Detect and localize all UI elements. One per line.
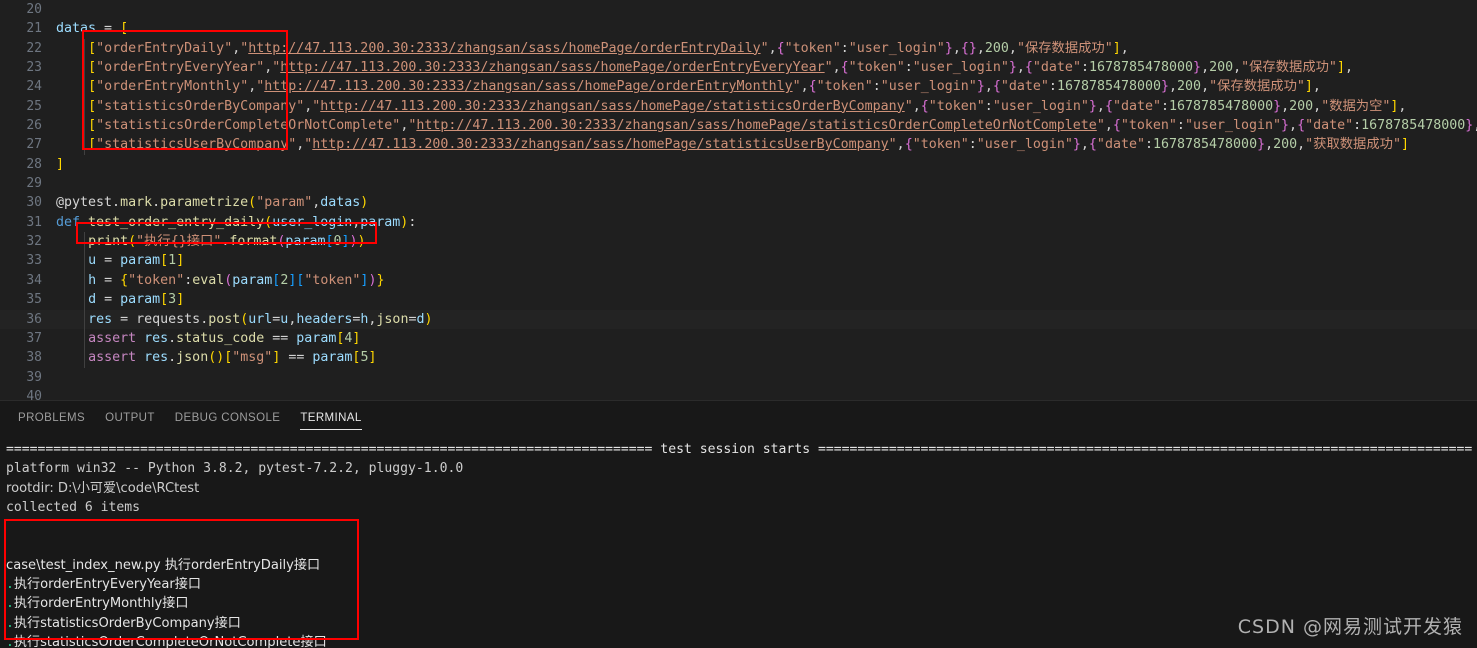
line-number: 39 xyxy=(26,369,42,385)
code-line[interactable]: 21 datas = [ xyxy=(0,19,1477,38)
terminal-rootdir-line: rootdir: D:\小可爱\code\RCtest xyxy=(6,480,200,496)
code-line[interactable]: 39 xyxy=(0,368,1477,387)
line-number: 38 xyxy=(26,350,42,366)
bottom-panel[interactable]: PROBLEMS OUTPUT DEBUG CONSOLE TERMINAL ====… xyxy=(0,400,1477,648)
line-number: 20 xyxy=(26,2,42,17)
code-line-text: datas = [ xyxy=(56,21,129,37)
line-number: 36 xyxy=(26,311,42,327)
line-number: 26 xyxy=(26,118,42,134)
terminal-result-line: .执行orderEntryEveryYear接口 xyxy=(6,577,201,593)
line-number: 24 xyxy=(26,79,42,95)
line-number: 37 xyxy=(26,330,42,346)
line-number: 28 xyxy=(26,156,42,172)
code-editor[interactable]: 20 21 datas = [22 ["orderEntryDaily","http… xyxy=(0,0,1477,400)
panel-tab-bar[interactable]: PROBLEMS OUTPUT DEBUG CONSOLE TERMINAL xyxy=(0,401,1477,436)
line-number: 22 xyxy=(26,40,42,56)
panel-tab-debug-console[interactable]: DEBUG CONSOLE xyxy=(165,401,291,436)
code-line-text: ["orderEntryEveryYear","http://47.113.20… xyxy=(88,60,1353,76)
line-number: 40 xyxy=(26,388,42,400)
code-line[interactable]: 27 ["statisticsUserByCompany","http://47… xyxy=(0,135,1477,155)
code-line[interactable]: 32 print("执行{}接口".format(param[0])) xyxy=(0,232,1477,252)
terminal-collected-line: collected 6 items xyxy=(6,499,141,515)
code-line[interactable]: 34 h = {"token":eval(param[2]["token"])} xyxy=(0,270,1477,291)
code-line[interactable]: 24 ["orderEntryMonthly","http://47.113.2… xyxy=(0,77,1477,97)
line-number: 32 xyxy=(26,234,42,250)
code-line[interactable]: 20 xyxy=(0,0,1477,19)
code-line[interactable]: 29 xyxy=(0,174,1477,193)
code-line[interactable]: 26 ["statisticsOrderCompleteOrNotComplet… xyxy=(0,116,1477,136)
code-line[interactable]: 35 d = param[3] xyxy=(0,290,1477,310)
line-number: 27 xyxy=(26,137,42,153)
line-number: 25 xyxy=(26,98,42,114)
code-line[interactable]: 23 ["orderEntryEveryYear","http://47.113… xyxy=(0,58,1477,78)
code-line-text: res = requests.post(url=u,headers=h,json… xyxy=(88,311,433,327)
code-line[interactable]: 22 ["orderEntryDaily","http://47.113.200… xyxy=(0,38,1477,59)
code-line[interactable]: 30 @pytest.mark.parametrize("param",datas… xyxy=(0,193,1477,212)
code-line[interactable]: 40 xyxy=(0,387,1477,400)
line-number: 29 xyxy=(26,176,42,192)
terminal-result-line: .执行orderEntryMonthly接口 xyxy=(6,596,189,612)
terminal-session-header: ========================================… xyxy=(6,442,1473,457)
code-line[interactable]: 28] xyxy=(0,155,1477,174)
code-line[interactable]: 31 def test_order_entry_daily(user_login,… xyxy=(0,213,1477,232)
panel-tab-problems[interactable]: PROBLEMS xyxy=(8,401,95,436)
line-number: 33 xyxy=(26,253,42,269)
line-number: 35 xyxy=(26,292,42,308)
code-line[interactable]: 37 assert res.status_code == param[4] xyxy=(0,328,1477,349)
line-number: 30 xyxy=(26,195,42,211)
code-line-text: @pytest.mark.parametrize("param",datas) xyxy=(56,195,369,211)
code-line-text: ["orderEntryDaily","http://47.113.200.30… xyxy=(88,40,1129,56)
code-line-text: print("执行{}接口".format(param[0])) xyxy=(88,234,366,250)
terminal-platform-line: platform win32 -- Python 3.8.2, pytest-7… xyxy=(6,461,464,477)
code-line[interactable]: 36 res = requests.post(url=u,headers=h,j… xyxy=(0,309,1477,329)
line-number: 31 xyxy=(26,214,42,230)
code-line-text: ["orderEntryMonthly","http://47.113.200.… xyxy=(88,79,1321,95)
code-line[interactable]: 33 u = param[1] xyxy=(0,251,1477,271)
panel-tab-output[interactable]: OUTPUT xyxy=(95,401,165,436)
code-line[interactable]: 38 assert res.json()["msg"] == param[5] xyxy=(0,348,1477,368)
code-line-text: u = param[1] xyxy=(88,253,185,269)
code-line-text: d = param[3] xyxy=(88,292,185,308)
panel-tab-terminal[interactable]: TERMINAL xyxy=(290,401,371,436)
code-line-text: ["statisticsOrderCompleteOrNotComplete",… xyxy=(88,118,1477,134)
line-number: 34 xyxy=(26,272,42,288)
code-line-text: h = {"token":eval(param[2]["token"])} xyxy=(88,272,385,288)
line-number: 21 xyxy=(26,21,42,37)
code-line-text: ["statisticsUserByCompany","http://47.11… xyxy=(88,137,1409,153)
code-lines-container[interactable]: 20 21 datas = [22 ["orderEntryDaily","http… xyxy=(0,0,1477,400)
code-line-text: assert res.json()["msg"] == param[5] xyxy=(88,350,377,366)
terminal-result-line: case\test_index_new.py 执行orderEntryDaily… xyxy=(6,557,321,573)
code-line-text: assert res.status_code == param[4] xyxy=(88,330,361,346)
code-line-text: ] xyxy=(56,156,65,172)
code-line-text: ["statisticsOrderByCompany","http://47.1… xyxy=(88,98,1407,114)
code-line-text: def test_order_entry_daily(user_login,pa… xyxy=(56,214,417,230)
csdn-watermark: CSDN @网易测试开发猿 xyxy=(1237,616,1463,638)
line-number: 23 xyxy=(26,60,42,76)
code-line[interactable]: 25 ["statisticsOrderByCompany","http://4… xyxy=(0,96,1477,117)
